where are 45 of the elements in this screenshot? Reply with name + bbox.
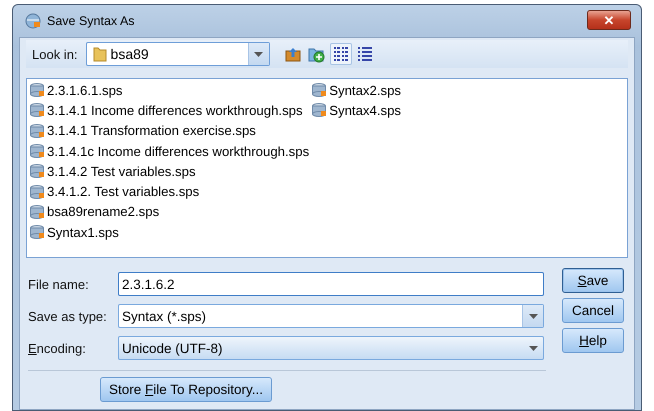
file-name[interactable]: 3.1.4.1c Income differences workthrough.sps bbox=[47, 144, 310, 159]
new-folder-icon bbox=[308, 46, 326, 62]
syntax-file-icon bbox=[29, 122, 45, 139]
syntax-file-icon bbox=[29, 184, 45, 200]
syntax-file-icon bbox=[29, 82, 45, 98]
syntax-file-icon bbox=[29, 224, 45, 240]
caret-icon bbox=[528, 346, 538, 350]
store-to-repository-button[interactable]: Store File To Repository... bbox=[100, 377, 272, 402]
details-view-icon bbox=[358, 47, 372, 61]
list-view-icon bbox=[334, 47, 348, 61]
dialog-button[interactable]: Help bbox=[562, 328, 624, 353]
field-label: File name: bbox=[27, 276, 90, 292]
window-title: Save Syntax As bbox=[47, 14, 136, 28]
file-name[interactable]: 3.1.4.2 Test variables.sps bbox=[47, 164, 196, 179]
syntax-window-icon bbox=[25, 13, 41, 29]
folder-icon bbox=[92, 46, 107, 62]
file-name[interactable]: Syntax4.sps bbox=[329, 102, 402, 118]
file-name[interactable]: 2.3.1.6.1.sps bbox=[47, 82, 123, 98]
syntax-file-icon bbox=[29, 163, 45, 180]
look-in-dropdown[interactable]: bsa89 bbox=[86, 42, 270, 66]
field-label: Encoding: bbox=[27, 340, 87, 356]
field-label: Save as type: bbox=[27, 308, 108, 324]
save-type-dropdown[interactable]: Syntax (*.sps) bbox=[118, 304, 544, 328]
look-in-label: Look in: bbox=[32, 46, 78, 62]
syntax-file-icon bbox=[29, 143, 45, 160]
syntax-file-icon bbox=[29, 204, 45, 220]
file-name[interactable]: Syntax2.sps bbox=[329, 82, 402, 98]
dialog-button[interactable]: Cancel bbox=[562, 298, 624, 323]
file-name[interactable]: bsa89rename2.sps bbox=[47, 204, 160, 220]
file-name[interactable]: 3.1.4.1 Transformation exercise.sps bbox=[47, 123, 256, 138]
syntax-file-icon bbox=[311, 82, 328, 98]
look-in-value: bsa89 bbox=[110, 46, 149, 62]
caret-icon bbox=[254, 52, 264, 56]
file-name[interactable]: Syntax1.sps bbox=[47, 224, 119, 240]
syntax-file-icon bbox=[29, 102, 45, 118]
encoding-dropdown[interactable]: Unicode (UTF-8) bbox=[118, 336, 544, 360]
caret-icon bbox=[528, 314, 538, 318]
file-name[interactable]: 3.1.4.1 Income differences workthrough.sps bbox=[47, 102, 303, 118]
file-name[interactable]: 3.4.1.2. Test variables.sps bbox=[47, 184, 200, 200]
syntax-file-icon bbox=[311, 102, 328, 118]
file-name-field[interactable]: 2.3.1.6.2 bbox=[118, 272, 544, 296]
close-button[interactable]: ✕ bbox=[587, 10, 631, 30]
dialog-button[interactable]: Save bbox=[562, 268, 624, 293]
list-view-button[interactable] bbox=[330, 43, 352, 65]
up-folder-icon bbox=[284, 46, 301, 62]
